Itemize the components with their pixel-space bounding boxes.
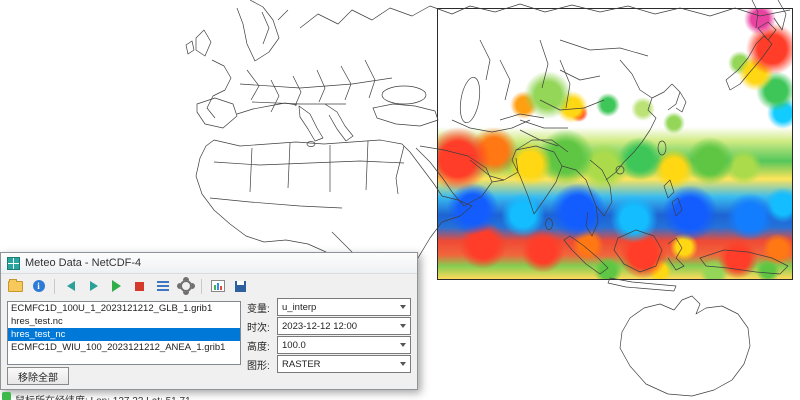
app-screen: Meteo Data - NetCDF-4 ECMFC1D_100U_1_202…	[0, 0, 800, 400]
toolbar-separator	[201, 279, 202, 294]
parameter-form: 变量: u_interp 时次: 2023-12-12 12:00 高度: 10…	[247, 299, 411, 375]
open-folder-icon	[8, 281, 23, 292]
time-value: 2023-12-12 12:00	[282, 321, 357, 332]
save-button[interactable]	[230, 276, 251, 297]
dialog-toolbar	[1, 274, 417, 298]
chart-button[interactable]	[207, 276, 228, 297]
level-label: 高度:	[247, 338, 277, 353]
variable-value: u_interp	[282, 302, 316, 313]
time-label: 时次:	[247, 319, 277, 334]
chart-icon	[211, 280, 225, 292]
dialog-titlebar[interactable]: Meteo Data - NetCDF-4	[1, 253, 417, 274]
variable-label: 变量:	[247, 300, 277, 315]
form-row-time: 时次: 2023-12-12 12:00	[247, 318, 411, 334]
dialog-title: Meteo Data - NetCDF-4	[25, 257, 141, 269]
stop-button[interactable]	[129, 276, 150, 297]
graphic-select[interactable]: RASTER	[277, 355, 411, 373]
run-button[interactable]	[106, 276, 127, 297]
settings-button[interactable]	[175, 276, 196, 297]
open-folder-button[interactable]	[5, 276, 26, 297]
chevron-down-icon	[400, 362, 406, 366]
file-list-item[interactable]: hres_test.nc	[8, 315, 240, 328]
back-arrow-icon	[67, 281, 75, 291]
stop-icon	[135, 282, 144, 291]
app-icon	[7, 257, 20, 270]
graphic-value: RASTER	[282, 359, 321, 370]
form-row-variable: 变量: u_interp	[247, 299, 411, 315]
level-select[interactable]: 100.0	[277, 336, 411, 354]
file-list-item-selected[interactable]: hres_test_nc	[8, 328, 240, 341]
meteo-data-dialog: Meteo Data - NetCDF-4 ECMFC1D_100U_1_202…	[0, 252, 418, 390]
info-icon	[33, 280, 45, 292]
graphic-label: 图形:	[247, 357, 277, 372]
chevron-down-icon	[400, 324, 406, 328]
form-row-graphic: 图形: RASTER	[247, 356, 411, 372]
back-button[interactable]	[60, 276, 81, 297]
run-icon	[112, 280, 121, 292]
mouse-coordinates-text: 鼠标所在经纬度: Lon: 127.23 Lat: 51.71	[15, 392, 191, 400]
toolbar-separator	[54, 279, 55, 294]
list-view-button[interactable]	[152, 276, 173, 297]
gear-icon	[180, 280, 192, 292]
file-list-item[interactable]: ECMFC1D_100U_1_2023121212_GLB_1.grib1	[8, 302, 240, 315]
forward-button[interactable]	[83, 276, 104, 297]
chevron-down-icon	[400, 305, 406, 309]
info-button[interactable]	[28, 276, 49, 297]
save-icon	[235, 281, 246, 292]
variable-select[interactable]: u_interp	[277, 298, 411, 316]
status-icon	[2, 392, 11, 400]
raster-overlay	[437, 8, 793, 280]
level-value: 100.0	[282, 340, 306, 351]
chevron-down-icon	[400, 343, 406, 347]
form-row-level: 高度: 100.0	[247, 337, 411, 353]
file-list-item[interactable]: ECMFC1D_WIU_100_2023121212_ANEA_1.grib1	[8, 341, 240, 354]
dataset-file-list[interactable]: ECMFC1D_100U_1_2023121212_GLB_1.grib1 hr…	[7, 301, 241, 365]
remove-all-button[interactable]: 移除全部	[7, 367, 69, 385]
forward-arrow-icon	[90, 281, 98, 291]
status-bar: 鼠标所在经纬度: Lon: 127.23 Lat: 51.71	[2, 392, 191, 400]
list-icon	[157, 281, 169, 291]
time-select[interactable]: 2023-12-12 12:00	[277, 317, 411, 335]
